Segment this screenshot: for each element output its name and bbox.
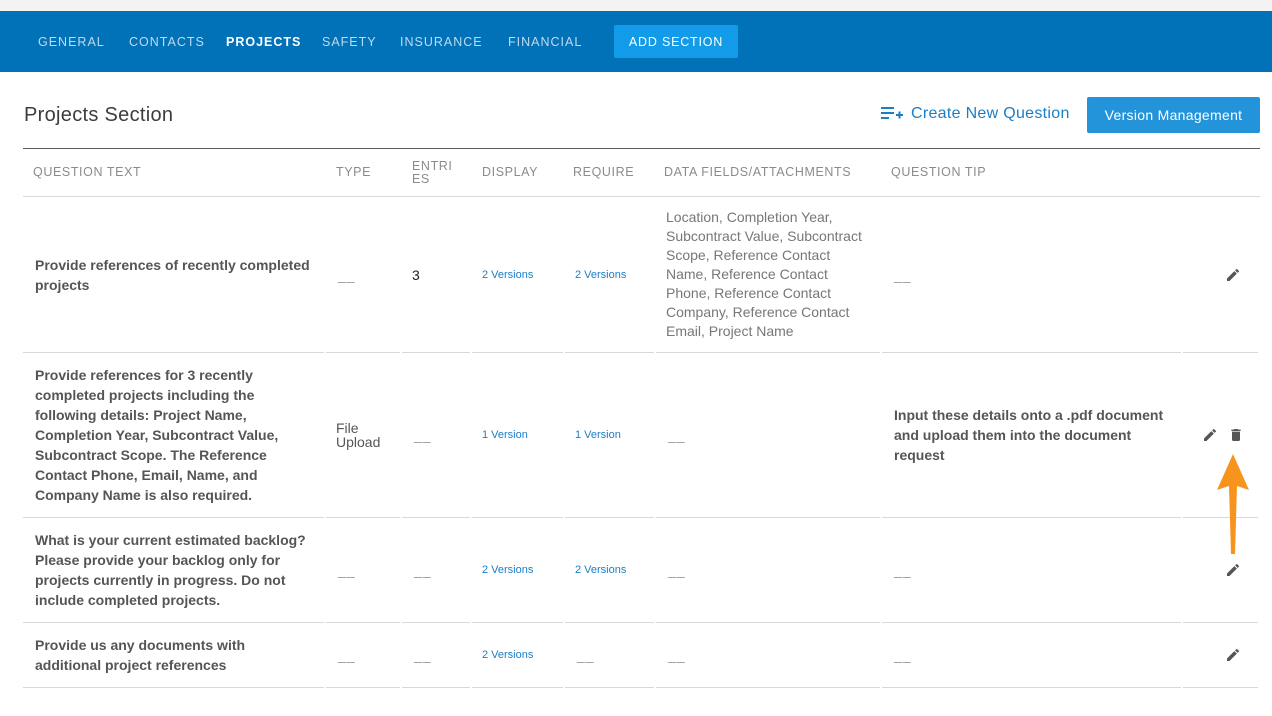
add-section-button[interactable]: ADD SECTION bbox=[614, 25, 738, 58]
question-text: Provide references of recently completed… bbox=[35, 256, 310, 293]
playlist-add-icon bbox=[881, 107, 903, 119]
annotation-arrow bbox=[1217, 454, 1249, 554]
question-entries: 3 bbox=[412, 266, 420, 283]
tab-projects[interactable]: PROJECTS bbox=[226, 35, 301, 49]
page-title: Projects Section bbox=[24, 104, 174, 126]
data-fields: __ bbox=[668, 647, 686, 663]
question-type: __ bbox=[338, 562, 356, 578]
question-entries: __ bbox=[414, 562, 432, 578]
data-fields: __ bbox=[668, 427, 686, 443]
question-type: __ bbox=[338, 266, 356, 283]
display-versions-link[interactable]: 1 Version bbox=[472, 429, 528, 441]
question-type: __ bbox=[338, 647, 356, 663]
question-tip: __ bbox=[894, 562, 912, 578]
display-versions-link[interactable]: 2 Versions bbox=[472, 269, 533, 281]
version-management-button[interactable]: Version Management bbox=[1087, 97, 1260, 133]
question-text: Provide references for 3 recently comple… bbox=[35, 367, 279, 503]
section-nav-bar: GENERAL CONTACTS PROJECTS SAFETY INSURAN… bbox=[0, 11, 1272, 72]
data-fields: Location, Completion Year, Subcontract V… bbox=[666, 209, 862, 339]
tab-insurance[interactable]: INSURANCE bbox=[400, 35, 483, 49]
table-row: What is your current estimated backlog? … bbox=[0, 518, 1272, 623]
column-header-question-tip: QUESTION TIP bbox=[891, 165, 987, 179]
table-row: Provide references for 3 recently comple… bbox=[0, 353, 1272, 518]
top-strip bbox=[0, 0, 1272, 11]
pencil-icon[interactable] bbox=[1223, 265, 1243, 285]
require-versions-link[interactable]: 2 Versions bbox=[565, 564, 626, 576]
column-header-display: DISPLAY bbox=[482, 165, 539, 179]
table-row: Provide references of recently completed… bbox=[0, 197, 1272, 353]
column-header-require: REQUIRE bbox=[573, 165, 635, 179]
question-tip: __ bbox=[894, 647, 912, 663]
question-tip: Input these details onto a .pdf document… bbox=[894, 407, 1164, 463]
data-fields: __ bbox=[668, 562, 686, 578]
trash-icon[interactable] bbox=[1226, 425, 1246, 445]
question-entries: __ bbox=[414, 647, 432, 663]
tab-contacts[interactable]: CONTACTS bbox=[129, 35, 205, 49]
display-versions-link[interactable]: 2 Versions bbox=[472, 564, 533, 576]
display-versions-link[interactable]: 2 Versions bbox=[472, 649, 533, 661]
create-new-question-label: Create New Question bbox=[911, 105, 1070, 122]
column-header-data-fields: DATA FIELDS/ATTACHMENTS bbox=[664, 165, 852, 179]
table-row: Provide us any documents with additional… bbox=[0, 623, 1272, 688]
tab-general[interactable]: GENERAL bbox=[38, 35, 105, 49]
require-versions-link[interactable]: 1 Version bbox=[565, 429, 621, 441]
column-header-entries: ENTRI ES bbox=[412, 159, 453, 186]
create-new-question-button[interactable]: Create New Question bbox=[881, 103, 1070, 125]
question-text: Provide us any documents with additional… bbox=[35, 637, 246, 673]
question-text: What is your current estimated backlog? … bbox=[35, 532, 306, 608]
pencil-icon[interactable] bbox=[1223, 645, 1243, 665]
column-header-question-text: QUESTION TEXT bbox=[33, 165, 142, 179]
require-versions-link[interactable]: 2 Versions bbox=[565, 269, 626, 281]
tab-safety[interactable]: SAFETY bbox=[322, 35, 377, 49]
require-value: __ bbox=[577, 647, 595, 663]
table-top-border bbox=[23, 148, 1260, 149]
pencil-icon[interactable] bbox=[1200, 425, 1220, 445]
question-tip: __ bbox=[894, 266, 912, 283]
question-entries: __ bbox=[414, 427, 432, 443]
tab-financial[interactable]: FINANCIAL bbox=[508, 35, 582, 49]
pencil-icon[interactable] bbox=[1223, 560, 1243, 580]
question-type: File Upload bbox=[336, 420, 381, 450]
column-header-type: TYPE bbox=[336, 165, 372, 179]
